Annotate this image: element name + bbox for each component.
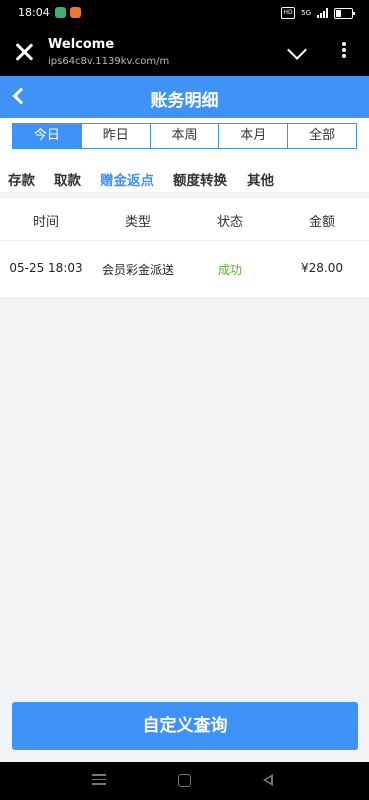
category-tab-withdraw[interactable]: 取款 xyxy=(54,169,81,189)
table-row[interactable]: 05-25 18:03 会员彩金派送 成功 ¥28.00 xyxy=(0,241,369,297)
category-tab-credit-transfer[interactable]: 额度转换 xyxy=(173,169,227,189)
column-header-status: 状态 xyxy=(216,215,243,230)
tab-this-month[interactable]: 本月 xyxy=(218,124,287,148)
network-icon: 5G xyxy=(301,9,311,17)
category-tab-deposit[interactable]: 存款 xyxy=(8,169,35,189)
category-tabs: 存款 取款 赠金返点 额度转换 其他 xyxy=(0,162,369,192)
category-tab-bonus-rebate[interactable]: 赠金返点 xyxy=(100,169,154,189)
tab-today[interactable]: 今日 xyxy=(13,124,81,148)
browser-title: Welcome xyxy=(48,37,115,52)
status-time: 18:04 xyxy=(18,6,50,19)
more-icon[interactable] xyxy=(334,42,354,62)
back-nav-icon[interactable] xyxy=(263,774,273,786)
app-notification-icon xyxy=(55,7,66,18)
row-amount: ¥28.00 xyxy=(301,261,343,275)
battery-icon xyxy=(334,7,355,19)
column-header-amount: 金额 xyxy=(308,215,335,230)
period-tabs-container: 今日 昨日 本周 本月 全部 xyxy=(0,118,369,162)
chevron-down-icon[interactable] xyxy=(287,40,307,60)
app-notification-icon xyxy=(70,7,81,18)
row-time: 05-25 18:03 xyxy=(9,261,83,275)
page-header: 账务明细 xyxy=(0,76,369,118)
period-tabs: 今日 昨日 本周 本月 全部 xyxy=(12,123,357,149)
tab-yesterday[interactable]: 昨日 xyxy=(80,124,150,148)
page-title: 账务明细 xyxy=(150,91,219,111)
close-icon[interactable] xyxy=(12,40,36,64)
browser-url: ips64c8v.1139kv.com/m xyxy=(48,56,170,67)
home-icon[interactable] xyxy=(178,774,191,787)
column-header-time: 时间 xyxy=(32,215,59,230)
system-nav-bar xyxy=(0,762,369,800)
status-icons: HD 5G xyxy=(281,7,355,19)
column-header-type: 类型 xyxy=(124,215,151,230)
table-header: 时间 类型 状态 金额 xyxy=(0,198,369,241)
tab-all[interactable]: 全部 xyxy=(287,124,356,148)
signal-icon xyxy=(317,8,328,18)
category-tab-other[interactable]: 其他 xyxy=(247,169,274,189)
row-type: 会员彩金派送 xyxy=(101,263,174,277)
browser-bar: Welcome ips64c8v.1139kv.com/m xyxy=(0,28,369,76)
custom-query-button[interactable]: 自定义查询 xyxy=(12,702,358,750)
row-status: 成功 xyxy=(217,263,242,277)
tab-this-week[interactable]: 本周 xyxy=(149,124,219,148)
hd-icon: HD xyxy=(281,7,296,19)
status-bar: 18:04 HD 5G xyxy=(0,0,369,28)
menu-icon[interactable] xyxy=(92,774,106,788)
